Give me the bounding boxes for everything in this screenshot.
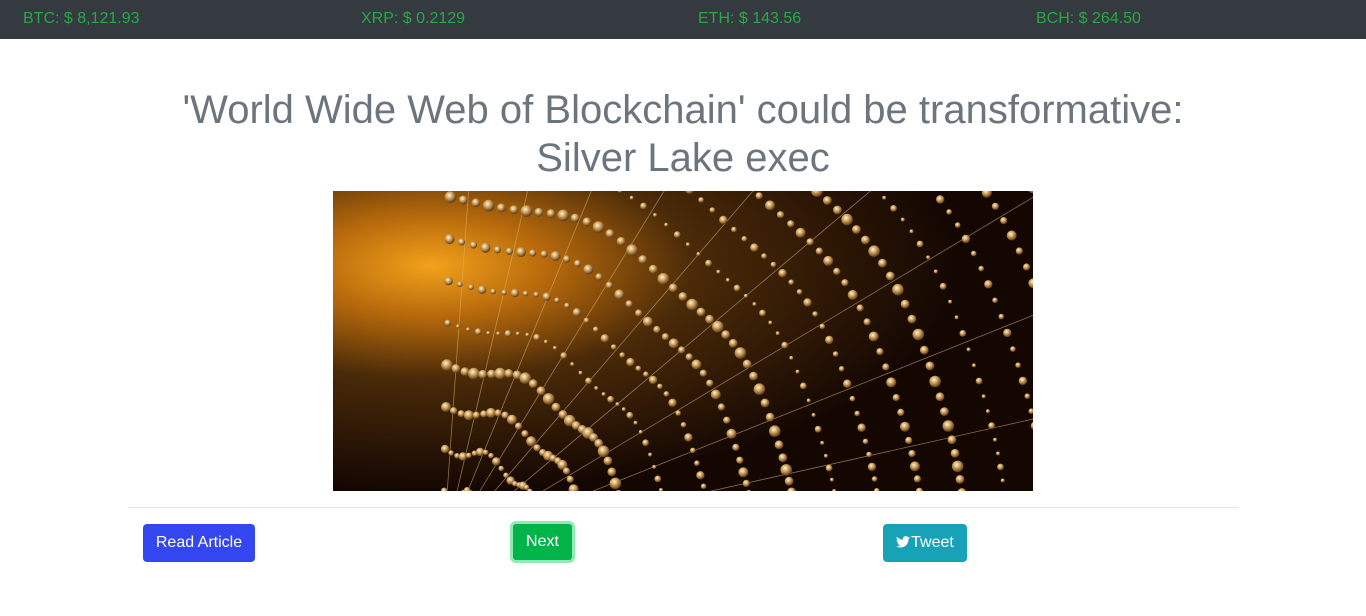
next-button[interactable]: Next [513,524,572,560]
article-image [333,191,1033,491]
twitter-bird-icon [896,536,911,548]
read-article-button[interactable]: Read Article [143,524,255,562]
eth-price: ETH: $ 143.56 [698,10,802,27]
xrp-price: XRP: $ 0.2129 [361,10,466,27]
price-ticker-bar: BTC: $ 8,121.93 XRP: $ 0.2129 ETH: $ 143… [0,0,1366,39]
btc-price: BTC: $ 8,121.93 [23,10,140,27]
bch-price: BCH: $ 264.50 [1036,10,1141,27]
article-title: 'World Wide Web of Blockchain' could be … [182,88,1184,180]
tweet-label: Tweet [911,534,954,551]
tweet-button[interactable]: Tweet [883,524,967,562]
divider [128,507,1238,508]
